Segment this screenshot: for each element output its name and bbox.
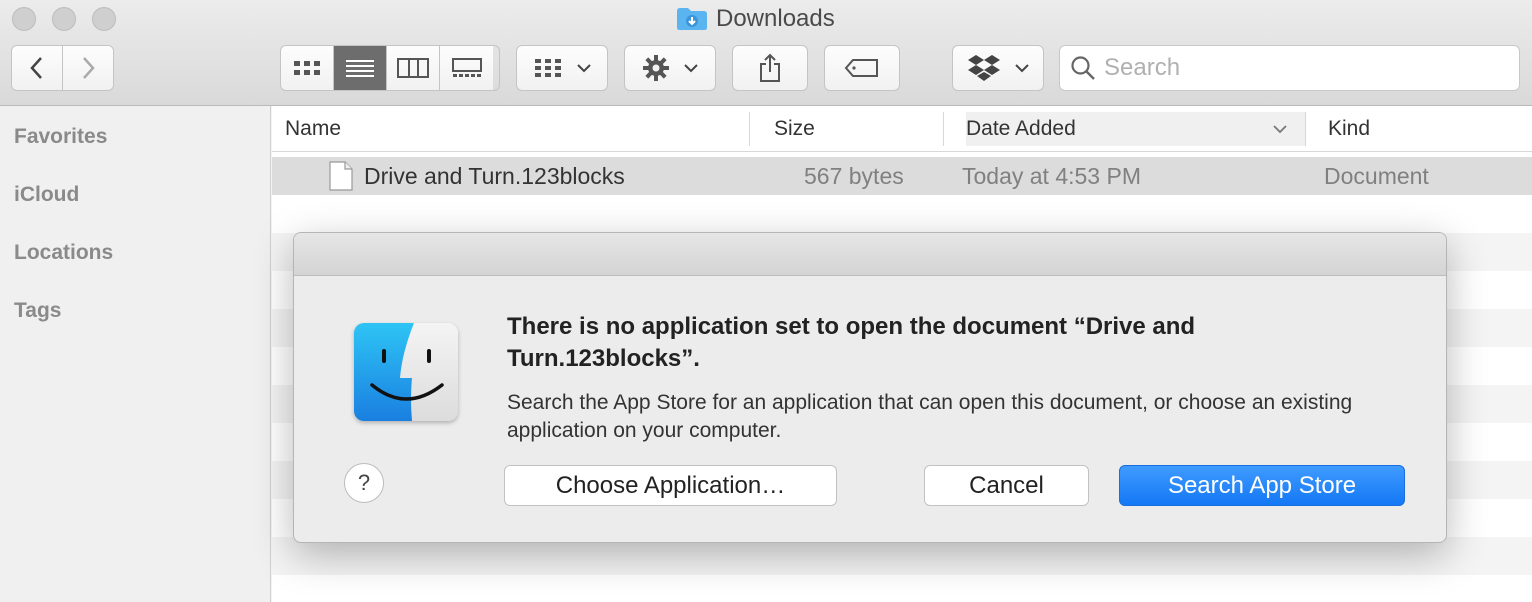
minimize-window-button[interactable]: [52, 7, 76, 31]
chevron-left-icon: [30, 57, 42, 79]
column-view-button[interactable]: [387, 46, 440, 90]
sidebar-item-locations[interactable]: Locations: [14, 241, 113, 265]
search-icon: [1071, 56, 1095, 80]
column-divider[interactable]: [943, 112, 944, 146]
gallery-view-button[interactable]: [440, 46, 493, 90]
close-window-button[interactable]: [12, 7, 36, 31]
column-date-added[interactable]: Date Added: [966, 112, 1306, 146]
share-icon: [760, 53, 780, 82]
column-size[interactable]: Size: [774, 106, 815, 152]
sort-descending-icon: [1273, 125, 1287, 134]
search-input[interactable]: [1104, 54, 1504, 82]
search-app-store-button[interactable]: Search App Store: [1119, 465, 1405, 506]
file-date-added: Today at 4:53 PM: [962, 163, 1141, 189]
chevron-down-icon: [684, 64, 698, 73]
window-title: Downloads: [676, 4, 835, 34]
column-divider[interactable]: [1305, 112, 1306, 146]
icon-view-button[interactable]: [281, 46, 334, 90]
tag-button[interactable]: [824, 45, 900, 91]
downloads-folder-icon: [676, 7, 708, 31]
toolbar: Downloads: [0, 0, 1532, 106]
file-size: 567 bytes: [804, 163, 904, 189]
chevron-right-icon: [82, 57, 95, 79]
alert-title: There is no application set to open the …: [507, 313, 1196, 372]
list-view-button[interactable]: [334, 46, 387, 90]
help-button[interactable]: ?: [344, 463, 384, 503]
gear-icon: [643, 55, 669, 81]
column-name[interactable]: Name: [285, 106, 341, 152]
share-button[interactable]: [732, 45, 808, 91]
choose-application-button[interactable]: Choose Application…: [504, 465, 837, 506]
sidebar-item-favorites[interactable]: Favorites: [14, 125, 107, 149]
cancel-button[interactable]: Cancel: [924, 465, 1089, 506]
sidebar-item-tags[interactable]: Tags: [14, 299, 61, 323]
chevron-down-icon: [1015, 64, 1029, 73]
group-by-button[interactable]: [516, 45, 608, 91]
column-kind[interactable]: Kind: [1328, 106, 1370, 152]
file-kind: Document: [1324, 163, 1429, 189]
back-button[interactable]: [12, 46, 63, 90]
dropbox-icon: [968, 55, 1000, 81]
action-button[interactable]: [624, 45, 716, 91]
alert-message: Search the App Store for an application …: [507, 391, 1353, 442]
tag-icon: [844, 59, 878, 77]
table-row[interactable]: Drive and Turn.123blocks 567 bytes Today…: [272, 157, 1532, 195]
chevron-down-icon: [577, 64, 591, 73]
navigation-buttons: [11, 45, 114, 91]
dropbox-button[interactable]: [952, 45, 1044, 91]
column-view-icon: [397, 58, 429, 78]
search-field[interactable]: [1059, 45, 1520, 91]
column-header: Name Size Date Added Kind: [272, 106, 1532, 152]
gallery-view-icon: [451, 58, 482, 77]
help-icon: ?: [357, 470, 371, 495]
finder-icon: [354, 323, 458, 421]
document-icon: [329, 161, 353, 191]
list-view-icon: [346, 60, 374, 77]
group-icon: [535, 59, 561, 77]
column-divider[interactable]: [749, 112, 750, 146]
open-document-alert: There is no application set to open the …: [293, 232, 1447, 543]
icon-view-icon: [294, 61, 320, 75]
forward-button[interactable]: [62, 46, 113, 90]
sidebar: Favorites iCloud Locations Tags: [0, 106, 271, 602]
sidebar-item-icloud[interactable]: iCloud: [14, 183, 79, 207]
zoom-window-button[interactable]: [92, 7, 116, 31]
file-name: Drive and Turn.123blocks: [364, 163, 625, 189]
view-switcher: [280, 45, 500, 91]
dialog-titlebar: [294, 233, 1446, 276]
